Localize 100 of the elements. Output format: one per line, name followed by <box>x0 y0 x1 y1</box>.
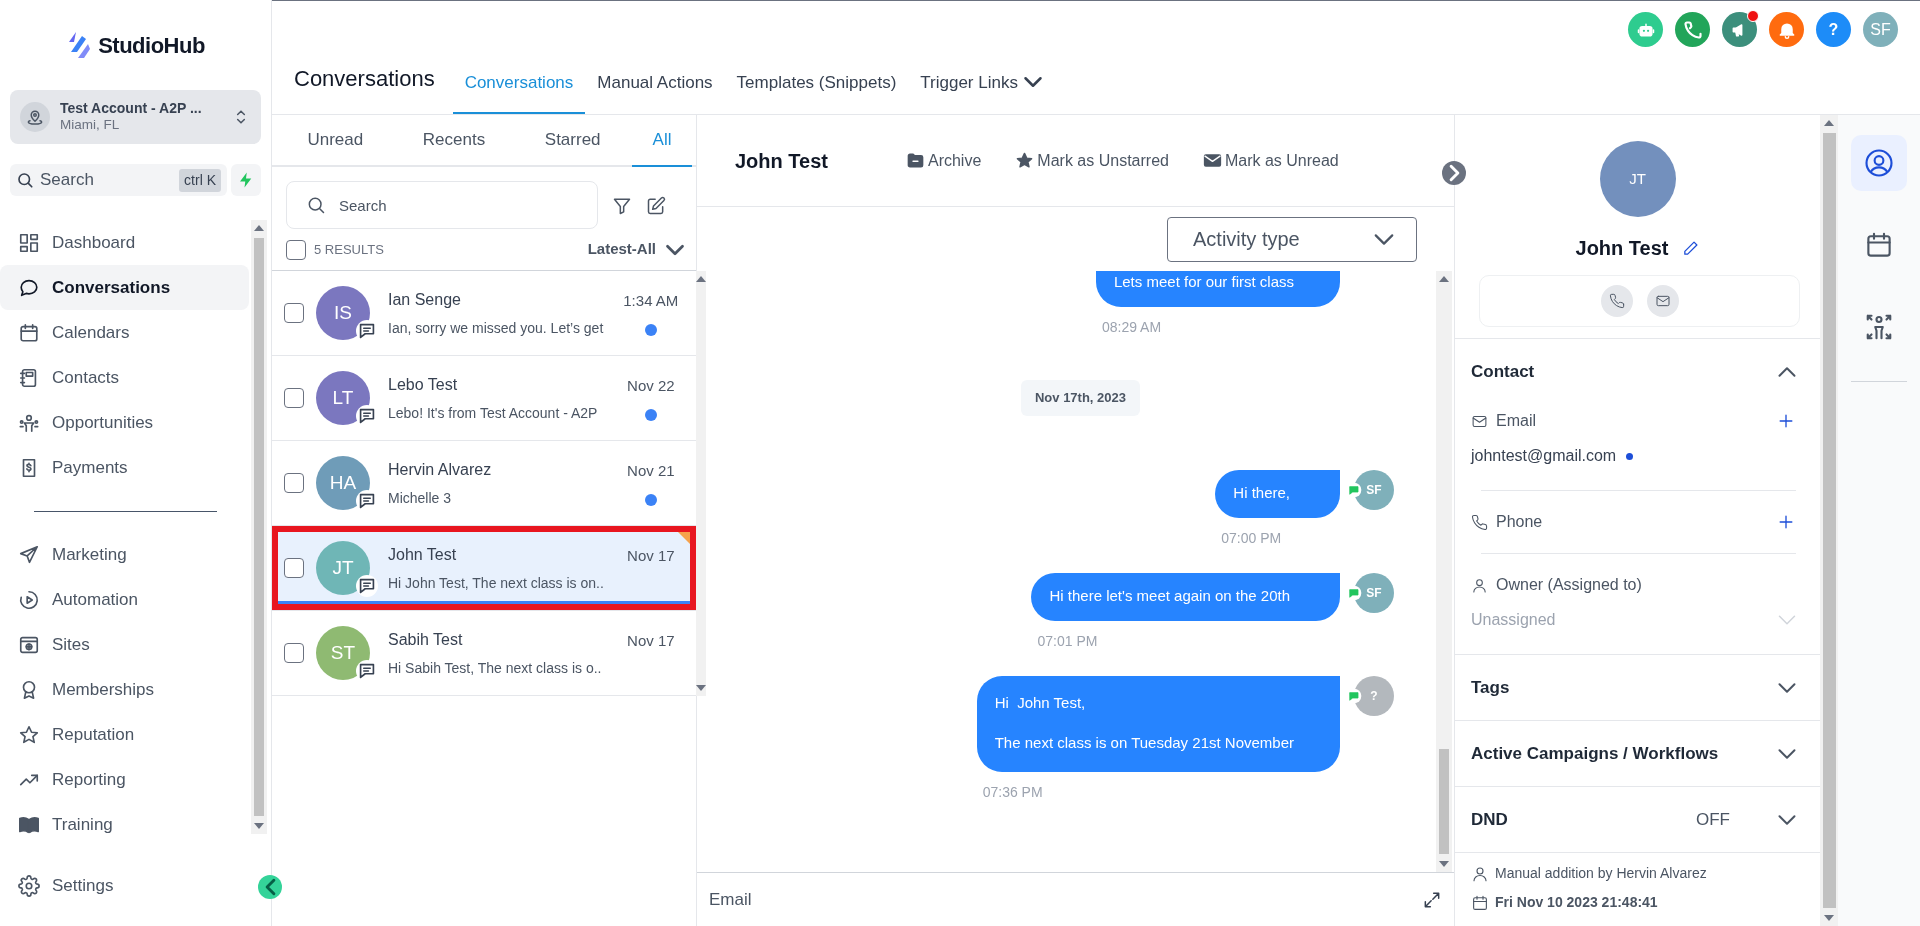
conversation-row[interactable]: HA Hervin Alvarez Michelle 3 Nov 21 <box>272 441 696 526</box>
message-bubble: Lets meet for our first class <box>1095 271 1340 307</box>
expand-panel-button[interactable] <box>1442 161 1466 185</box>
account-switcher[interactable]: Test Account - A2P ... Miami, FL <box>10 90 261 144</box>
message-preview: Lebo! It's from Test Account - A2P <box>388 403 599 423</box>
section-toggle[interactable] <box>1778 366 1796 377</box>
shortcut-hint: ctrl K <box>179 168 221 192</box>
contact-name: Ian Senge <box>388 289 462 310</box>
toolbar-button[interactable] <box>1769 12 1804 47</box>
phone-icon <box>1471 513 1488 531</box>
tab[interactable]: Conversations <box>452 69 586 114</box>
nav-item[interactable]: Automation <box>0 577 249 622</box>
scrollbar[interactable] <box>695 271 706 696</box>
conversation-row[interactable]: JT John Test Hi John Test, The next class is on.. Nov 17 <box>272 526 696 611</box>
message-time: 07:00 PM <box>1221 528 1282 548</box>
nav-item[interactable]: Reporting <box>0 757 249 802</box>
section-title: Contact <box>1471 360 1535 383</box>
chevron-down-icon <box>1374 233 1394 245</box>
message-time: 08:29 AM <box>1101 318 1162 337</box>
field-label: Email <box>1496 411 1537 431</box>
envelope-icon <box>1202 151 1222 170</box>
chevron-down-icon <box>1778 814 1796 825</box>
person-circle-icon <box>1864 148 1894 178</box>
chevron-down-icon <box>666 244 684 255</box>
nav-item[interactable]: Calendars <box>0 310 249 355</box>
tab[interactable]: Starred <box>513 115 632 167</box>
calendar-icon <box>1471 893 1489 912</box>
scrollbar[interactable] <box>1820 115 1838 926</box>
conversation-row[interactable]: IS Ian Senge Ian, sorry we missed you. Let’s get 1:34 AM <box>272 271 696 356</box>
action-button[interactable]: Mark as Unread <box>1202 148 1339 173</box>
tab[interactable]: Trigger Links <box>908 69 1054 114</box>
toolbar-button[interactable] <box>1675 12 1710 47</box>
tab[interactable]: Templates (Snippets) <box>724 69 909 114</box>
conversation-row[interactable]: ST Sabih Test Hi Sabih Test, The next class is o.. Nov 17 <box>272 611 696 696</box>
sms-icon <box>1346 687 1362 704</box>
contact-name: John Test <box>1575 236 1669 261</box>
message-time: 07:01 PM <box>1037 631 1098 651</box>
folder-icon <box>905 151 925 170</box>
action-button[interactable]: Archive <box>905 148 982 173</box>
nav-item[interactable]: Reputation <box>0 712 249 757</box>
row-checkbox[interactable] <box>284 473 304 493</box>
contact-name: Lebo Test <box>388 374 459 395</box>
section-title: Active Campaigns / Workflows <box>1471 742 1719 765</box>
tab[interactable]: Unread <box>276 115 395 167</box>
action-button[interactable]: Mark as Unstarred <box>1015 148 1169 173</box>
tab[interactable]: All <box>632 115 692 167</box>
source-note: Manual addition by Hervin Alvarez <box>1495 864 1707 883</box>
nav-item[interactable]: Payments <box>0 445 249 490</box>
message-time: Nov 17 <box>627 630 675 651</box>
nav-item[interactable]: Marketing <box>0 532 249 577</box>
section-toggle[interactable] <box>1778 682 1796 693</box>
section-toggle[interactable] <box>1778 814 1796 825</box>
scrollbar[interactable] <box>1436 271 1452 872</box>
nav-item[interactable]: Opportunities <box>0 400 249 445</box>
toolbar-button[interactable] <box>1722 12 1757 47</box>
notification-dot <box>1747 10 1759 22</box>
call-button[interactable] <box>1600 285 1633 317</box>
chevron-down-icon <box>1778 682 1796 693</box>
search-field[interactable]: Search ctrl K <box>10 164 227 196</box>
field-label: Phone <box>1496 512 1544 532</box>
field-value: johntest@gmail.com <box>1471 446 1617 466</box>
chevron-down-icon <box>1023 77 1042 88</box>
message-bubble: Hi there let's meet again on the 20th <box>1031 572 1340 621</box>
section-value: OFF <box>1696 808 1730 831</box>
person-icon <box>1471 864 1489 883</box>
message-time: Nov 22 <box>627 375 675 396</box>
row-checkbox[interactable] <box>284 643 304 663</box>
tab[interactable]: Manual Actions <box>585 69 725 114</box>
row-checkbox[interactable] <box>284 303 304 323</box>
nav-item[interactable]: Training <box>0 802 249 834</box>
scrollbar[interactable] <box>251 220 267 834</box>
nav-item[interactable]: Contacts <box>0 355 249 400</box>
sms-icon <box>1346 584 1362 601</box>
select-all-checkbox[interactable] <box>286 239 306 260</box>
collapse-button[interactable] <box>258 875 282 899</box>
nav-item[interactable]: Dashboard <box>0 220 249 265</box>
tab[interactable]: Recents <box>394 115 514 167</box>
row-checkbox[interactable] <box>284 388 304 408</box>
nav-item[interactable]: Conversations <box>0 265 249 310</box>
nav-item[interactable]: Sites <box>0 622 249 667</box>
email-button[interactable] <box>1646 285 1679 317</box>
page-title: Conversations <box>294 65 435 93</box>
sort-dropdown[interactable]: Latest-All <box>587 238 684 261</box>
settings-icon <box>18 874 40 897</box>
conversation-row[interactable]: LT Lebo Test Lebo! It's from Test Account - A2P Nov 22 <box>272 356 696 441</box>
side-tab[interactable] <box>1851 135 1907 191</box>
nav-item[interactable]: Settings <box>0 863 251 908</box>
created-date: Fri Nov 10 2023 21:48:41 <box>1495 893 1658 912</box>
logo-icon <box>66 30 93 60</box>
row-checkbox[interactable] <box>284 558 304 578</box>
brand-name: StudioHub <box>98 31 205 60</box>
sender-avatar: SF <box>1354 469 1394 510</box>
activity-type-dropdown[interactable]: Activity type <box>1167 216 1417 262</box>
message-time: Nov 21 <box>627 460 675 481</box>
calendar-icon <box>1864 230 1894 260</box>
nav-item[interactable]: Memberships <box>0 667 249 712</box>
section-toggle[interactable] <box>1778 748 1796 759</box>
star-icon <box>18 723 40 746</box>
mail-icon <box>1654 293 1671 309</box>
search-field[interactable]: Search <box>286 181 598 229</box>
